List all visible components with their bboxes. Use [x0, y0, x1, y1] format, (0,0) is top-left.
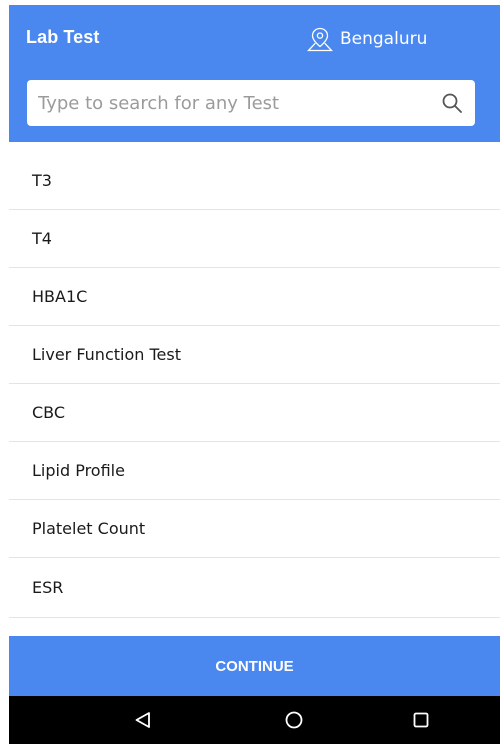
test-label: Liver Function Test [32, 345, 181, 364]
home-circle-icon [285, 711, 303, 729]
continue-button[interactable]: CONTINUE [9, 636, 500, 696]
search-input[interactable] [27, 80, 427, 126]
app-screen: Lab Test Bengaluru T3 T4 HBA1C [9, 5, 500, 744]
nav-back-button[interactable] [113, 696, 173, 744]
list-item-t3[interactable]: T3 [9, 152, 500, 210]
test-label: CBC [32, 403, 66, 422]
list-item-platelet-count[interactable]: Platelet Count [9, 500, 500, 558]
list-item-esr[interactable]: ESR [9, 558, 500, 618]
test-label: Platelet Count [32, 519, 146, 538]
list-item-cbc[interactable]: CBC [9, 384, 500, 442]
location-label: Bengaluru [340, 29, 428, 49]
location-pin-icon [307, 27, 333, 52]
location-selector[interactable]: Bengaluru [306, 25, 427, 53]
test-list: T3 T4 HBA1C Liver Function Test CBC Lipi… [9, 152, 500, 618]
page-title: Lab Test [26, 27, 100, 47]
back-triangle-icon [135, 712, 150, 728]
list-item-lipid-profile[interactable]: Lipid Profile [9, 442, 500, 500]
system-nav-bar [9, 696, 500, 744]
recent-apps-square-icon [413, 712, 429, 728]
list-item-hba1c[interactable]: HBA1C [9, 268, 500, 326]
nav-home-button[interactable] [264, 696, 324, 744]
test-label: ESR [32, 578, 64, 597]
test-label: T4 [32, 229, 52, 248]
test-label: HBA1C [32, 287, 88, 306]
app-header: Lab Test Bengaluru [9, 5, 500, 142]
test-label: T3 [32, 171, 52, 190]
list-item-t4[interactable]: T4 [9, 210, 500, 268]
search-box [27, 80, 475, 126]
list-item-liver-function-test[interactable]: Liver Function Test [9, 326, 500, 384]
test-label: Lipid Profile [32, 461, 125, 480]
search-icon[interactable] [441, 92, 463, 114]
nav-recent-apps-button[interactable] [391, 696, 451, 744]
